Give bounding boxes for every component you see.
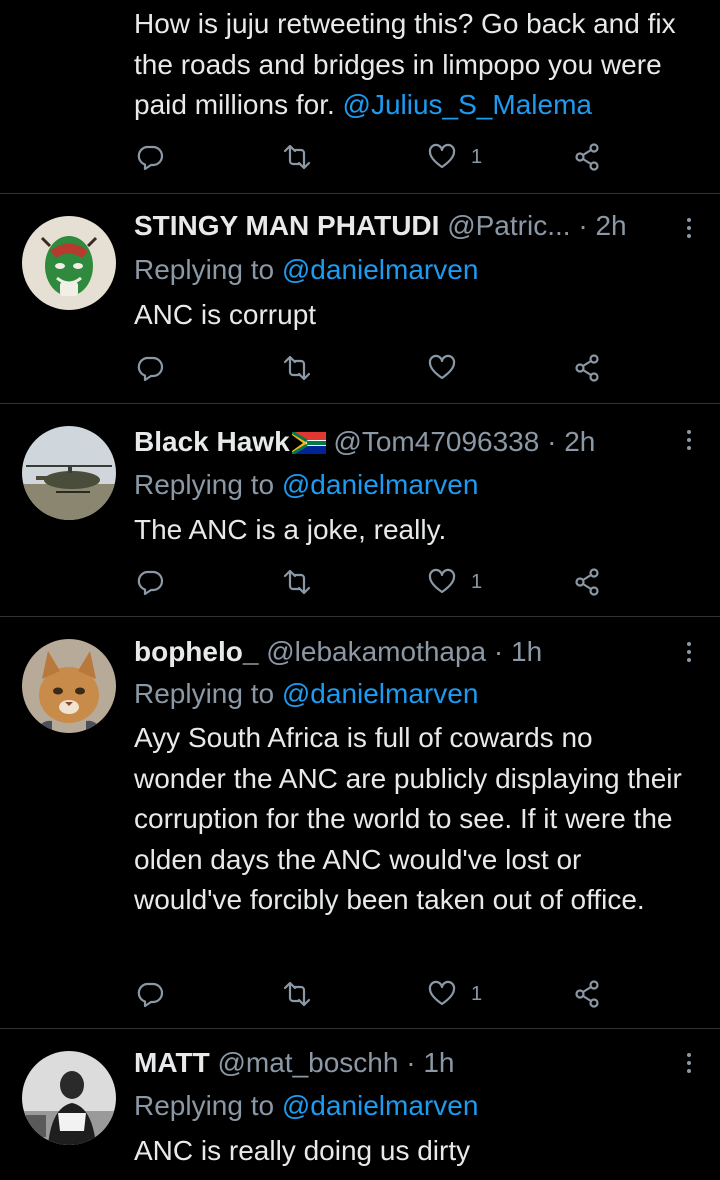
- more-options-icon[interactable]: [684, 430, 694, 454]
- replying-to: Replying to @danielmarven: [134, 469, 479, 500]
- separator-dot: ·: [547, 426, 557, 457]
- retweet-icon: [283, 355, 311, 381]
- tweet-text: How is juju retweeting this? Go back and…: [134, 8, 676, 121]
- tweet-text: ANC is really doing us dirty: [134, 1135, 471, 1166]
- tweet-text: The ANC is a joke, really.: [134, 514, 447, 545]
- share-button[interactable]: [572, 137, 602, 177]
- south-africa-flag-icon: [291, 432, 326, 454]
- heart-icon: [428, 568, 456, 594]
- timestamp[interactable]: 1h: [423, 1047, 454, 1078]
- timestamp[interactable]: 2h: [595, 210, 626, 241]
- replying-to-link[interactable]: @danielmarven: [282, 1090, 479, 1121]
- tweet-0[interactable]: How is juju retweeting this? Go back and…: [0, 0, 720, 193]
- share-icon: [575, 354, 599, 382]
- user-handle[interactable]: @lebakamothapa: [266, 636, 486, 667]
- reply-button[interactable]: [135, 974, 165, 1014]
- tweet-actions: 1: [0, 137, 720, 177]
- more-options-icon[interactable]: [684, 642, 694, 666]
- replying-to-link[interactable]: @danielmarven: [282, 469, 479, 500]
- replying-to: Replying to @danielmarven: [134, 1090, 479, 1121]
- mention-link[interactable]: @Julius_S_Malema: [343, 89, 592, 120]
- retweet-icon: [283, 144, 311, 170]
- like-count: 1: [471, 570, 483, 593]
- separator-dot: ·: [406, 1047, 416, 1078]
- reply-button[interactable]: [135, 562, 165, 602]
- share-button[interactable]: [572, 562, 602, 602]
- tweet-actions: 1: [0, 562, 720, 602]
- reply-icon: [137, 982, 164, 1008]
- like-button[interactable]: [427, 348, 457, 388]
- display-name[interactable]: bophelo_: [134, 636, 258, 667]
- retweet-button[interactable]: [282, 348, 312, 388]
- reply-button[interactable]: [135, 348, 165, 388]
- reply-icon: [137, 145, 164, 171]
- more-options-icon[interactable]: [684, 218, 694, 242]
- more-options-icon[interactable]: [684, 1053, 694, 1077]
- tweet-text: Ayy South Africa is full of cowards no w…: [134, 722, 682, 916]
- user-handle[interactable]: @mat_boschh: [217, 1047, 398, 1078]
- retweet-button[interactable]: [282, 974, 312, 1014]
- timestamp[interactable]: 1h: [511, 636, 542, 667]
- replying-to: Replying to @danielmarven: [134, 678, 479, 709]
- like-count: 1: [471, 145, 483, 168]
- retweet-icon: [283, 981, 311, 1007]
- tweet-header: bophelo_ @lebakamothapa · 1h: [134, 632, 670, 672]
- retweet-icon: [283, 569, 311, 595]
- avatar[interactable]: [22, 426, 116, 520]
- heart-icon: [428, 143, 456, 169]
- avatar[interactable]: [22, 1051, 116, 1145]
- tweet-2[interactable]: Black Hawk @Tom47096338 · 2h Replying to…: [0, 404, 720, 616]
- tweet-actions: [0, 348, 720, 388]
- avatar[interactable]: [22, 216, 116, 310]
- share-button[interactable]: [572, 348, 602, 388]
- separator-dot: ·: [578, 210, 588, 241]
- timestamp[interactable]: 2h: [564, 426, 595, 457]
- replying-to-link[interactable]: @danielmarven: [282, 254, 479, 285]
- reply-button[interactable]: [135, 137, 165, 177]
- share-icon: [575, 568, 599, 596]
- tweet-actions: 1: [0, 974, 720, 1014]
- display-name[interactable]: MATT: [134, 1047, 210, 1078]
- like-button[interactable]: 1: [427, 974, 482, 1014]
- user-handle[interactable]: @Tom47096338: [333, 426, 539, 457]
- replying-to: Replying to @danielmarven: [134, 254, 479, 285]
- heart-icon: [428, 354, 456, 380]
- replying-to-link[interactable]: @danielmarven: [282, 678, 479, 709]
- share-icon: [575, 143, 599, 171]
- tweet-header: Black Hawk @Tom47096338 · 2h: [134, 422, 670, 462]
- retweet-button[interactable]: [282, 562, 312, 602]
- tweet-text: ANC is corrupt: [134, 299, 317, 330]
- tweet-header: STINGY MAN PHATUDI @Patric... · 2h: [134, 206, 670, 246]
- tweet-4[interactable]: MATT @mat_boschh · 1h Replying to @danie…: [0, 1029, 720, 1180]
- reply-icon: [137, 570, 164, 596]
- tweet-header: MATT @mat_boschh · 1h: [134, 1043, 670, 1083]
- retweet-button[interactable]: [282, 137, 312, 177]
- heart-icon: [428, 980, 456, 1006]
- avatar[interactable]: [22, 639, 116, 733]
- like-count: 1: [471, 982, 483, 1005]
- separator-dot: ·: [493, 636, 504, 667]
- tweet-3[interactable]: bophelo_ @lebakamothapa · 1h Replying to…: [0, 617, 720, 1028]
- tweet-1[interactable]: STINGY MAN PHATUDI @Patric... · 2h Reply…: [0, 194, 720, 403]
- display-name[interactable]: STINGY MAN PHATUDI: [134, 210, 439, 241]
- share-button[interactable]: [572, 974, 602, 1014]
- like-button[interactable]: 1: [427, 137, 482, 177]
- like-button[interactable]: 1: [427, 562, 482, 602]
- display-name[interactable]: Black Hawk: [134, 426, 290, 457]
- share-icon: [575, 980, 599, 1008]
- reply-icon: [137, 356, 164, 382]
- user-handle[interactable]: @Patric...: [447, 210, 570, 241]
